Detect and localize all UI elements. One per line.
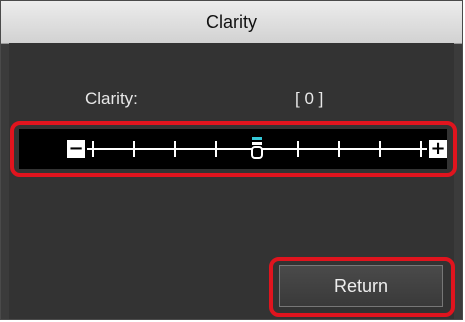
slider-tick <box>174 141 176 157</box>
slider-tick <box>92 141 94 157</box>
decrease-button[interactable]: − <box>67 140 85 158</box>
slider-thumb[interactable] <box>250 137 264 161</box>
slider-tick <box>338 141 340 157</box>
return-button-label: Return <box>333 275 389 296</box>
clarity-value: [ 0 ] <box>295 89 324 108</box>
dialog-title: Clarity <box>205 11 257 32</box>
slider-tick <box>420 141 422 157</box>
minus-icon: − <box>68 138 84 159</box>
plus-icon: + <box>430 138 446 159</box>
slider-thumb-icon <box>251 137 263 159</box>
clarity-label: Clarity: <box>85 89 138 108</box>
slider-tick <box>215 141 217 157</box>
dialog-title-bar: Clarity <box>1 1 462 44</box>
increase-button[interactable]: + <box>429 140 447 158</box>
return-button[interactable]: Return <box>279 265 443 307</box>
clarity-dialog: Clarity Clarity: [ 0 ] − + Return <box>0 0 463 320</box>
slider-tick <box>379 141 381 157</box>
slider-tick <box>297 141 299 157</box>
slider-tick <box>133 141 135 157</box>
clarity-slider[interactable]: − + <box>19 129 447 169</box>
